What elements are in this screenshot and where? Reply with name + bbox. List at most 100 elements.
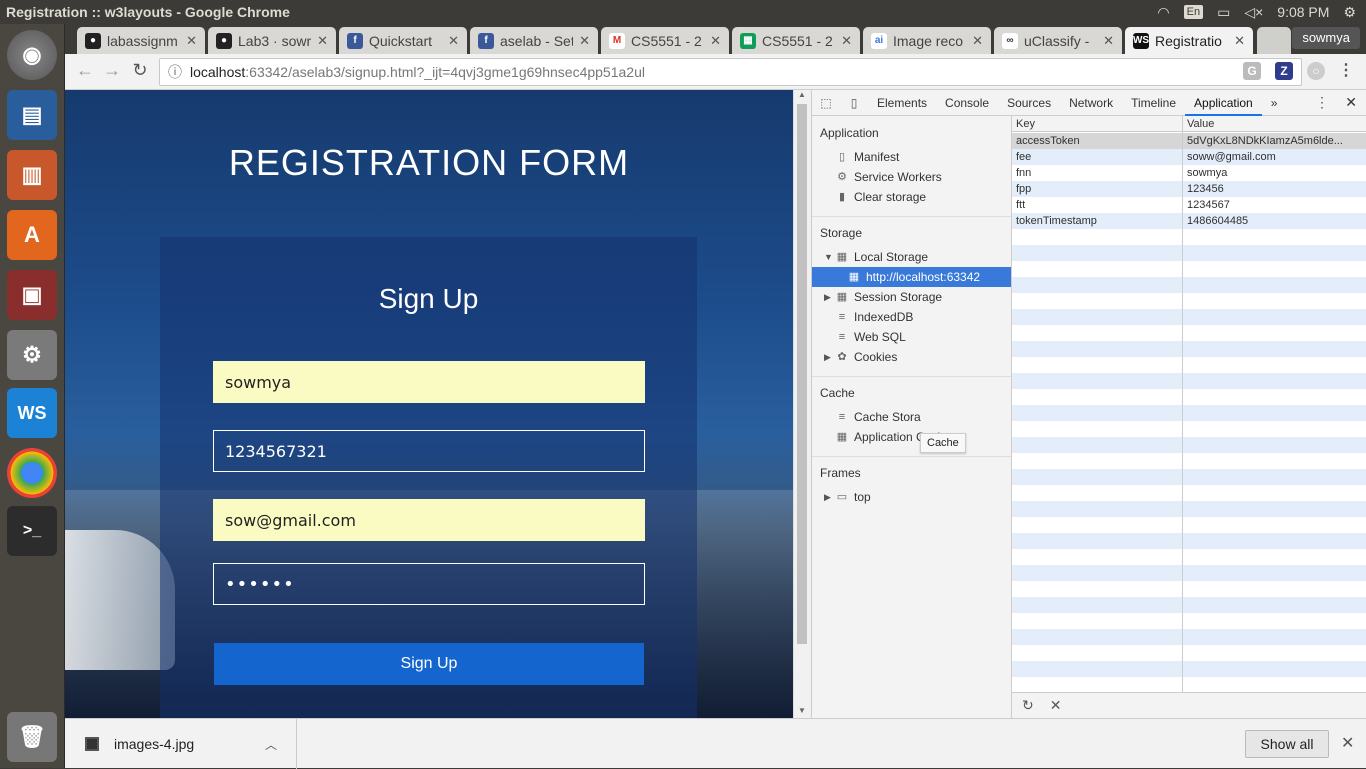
sidebar-item-local-storage[interactable]: ▦ Local Storage — [836, 247, 928, 267]
tab-registration[interactable]: WS Registratio ✕ — [1125, 27, 1253, 54]
close-tab-icon[interactable]: ✕ — [710, 33, 721, 49]
signup-button[interactable]: Sign Up — [214, 643, 644, 685]
extension-g-icon[interactable]: G — [1243, 62, 1261, 80]
scroll-down-icon[interactable]: ▼ — [798, 706, 806, 715]
sidebar-item-indexeddb[interactable]: ≡ IndexedDB — [836, 307, 914, 327]
more-tabs-icon[interactable]: » — [1262, 90, 1287, 116]
sidebar-item-session-storage[interactable]: ▦ Session Storage — [836, 287, 942, 307]
tab-image-recognition[interactable]: ai Image reco ✕ — [863, 27, 991, 54]
devtools-menu-icon[interactable]: ⋮ — [1315, 94, 1329, 111]
inspect-element-icon[interactable]: ⬚ — [812, 96, 840, 110]
power-icon[interactable]: ⚙ — [1343, 4, 1356, 21]
tab-cs5551-gmail[interactable]: M CS5551 - 2 ✕ — [601, 27, 729, 54]
info-icon[interactable]: ⓘ — [168, 62, 182, 82]
chevron-up-icon[interactable]: ︿ — [265, 736, 277, 753]
close-tab-icon[interactable]: ✕ — [186, 33, 197, 49]
trash-icon[interactable]: 🗑 — [7, 712, 57, 762]
clock[interactable]: 9:08 PM — [1277, 4, 1329, 20]
tab-network[interactable]: Network — [1060, 90, 1122, 116]
refresh-icon[interactable]: ↻ — [1022, 697, 1034, 714]
close-tab-icon[interactable]: ✕ — [972, 33, 983, 49]
address-bar[interactable]: ⓘ localhost:63342/aselab3/signup.html?_i… — [159, 58, 1302, 86]
table-row[interactable]: fee soww@gmail.com — [1012, 149, 1366, 165]
close-tab-icon[interactable]: ✕ — [841, 33, 852, 49]
cell-value: sowmya — [1187, 167, 1228, 179]
tab-aselab[interactable]: f aselab - Set ✕ — [470, 27, 598, 54]
close-tab-icon[interactable]: ✕ — [448, 33, 459, 49]
grid-icon: ▦ — [836, 431, 848, 443]
close-devtools-icon[interactable]: ✕ — [1345, 94, 1357, 111]
menu-icon[interactable]: ⋮ — [1337, 62, 1355, 80]
phone-input[interactable]: 1234567321 — [213, 430, 645, 472]
sidebar-item-websql[interactable]: ≡ Web SQL — [836, 327, 906, 347]
sidebar-item-cache-storage[interactable]: ≡ Cache Stora — [836, 407, 921, 427]
ubuntu-dash-icon[interactable]: ◉ — [7, 30, 57, 80]
tab-elements[interactable]: Elements — [868, 90, 936, 116]
sidebar-item-local-origin[interactable]: ▦ http://localhost:63342 — [812, 267, 1011, 287]
wifi-icon[interactable]: ◠ — [1157, 4, 1169, 21]
column-header-value[interactable]: Value — [1183, 116, 1366, 132]
volume-icon[interactable]: ◁× — [1244, 4, 1263, 21]
sidebar-item-frame-top[interactable]: ▭ top — [836, 487, 871, 507]
cell-value: soww@gmail.com — [1187, 151, 1276, 163]
tab-uclassify[interactable]: ∞ uClassify - ✕ — [994, 27, 1122, 54]
table-row[interactable]: accessToken 5dVgKxL8NDkKIamzA5m6lde... — [1012, 133, 1366, 149]
sidebar-item-clear-storage[interactable]: ▮ Clear storage — [836, 187, 926, 207]
name-input[interactable]: sowmya — [213, 361, 645, 403]
scroll-up-icon[interactable]: ▲ — [798, 90, 806, 99]
extension-z-icon[interactable]: Z — [1275, 62, 1293, 80]
table-row[interactable]: fpp 123456 — [1012, 181, 1366, 197]
chrome-icon[interactable] — [7, 448, 57, 498]
writer-icon[interactable]: ▤ — [7, 90, 57, 140]
sidebar-item-service-workers[interactable]: ⚙ Service Workers — [836, 167, 942, 187]
table-row[interactable]: tokenTimestamp 1486604485 — [1012, 213, 1366, 229]
impress-icon[interactable]: ▥ — [7, 150, 57, 200]
tab-cs5551-sheets[interactable]: ▦ CS5551 - 2 ✕ — [732, 27, 860, 54]
scrollbar-thumb[interactable] — [797, 104, 807, 644]
settings-icon[interactable]: ⚙ — [7, 330, 57, 380]
tab-timeline[interactable]: Timeline — [1122, 90, 1185, 116]
page-scrollbar[interactable]: ▲ ▼ — [793, 90, 811, 718]
collapse-arrow-icon[interactable]: ▶ — [824, 292, 831, 303]
forward-icon[interactable]: → — [97, 60, 127, 81]
column-header-key[interactable]: Key — [1012, 116, 1182, 132]
show-all-button[interactable]: Show all — [1245, 730, 1329, 758]
terminal-icon[interactable]: >_ — [7, 506, 57, 556]
keyboard-layout-indicator[interactable]: En — [1183, 5, 1204, 19]
close-shelf-icon[interactable]: ✕ — [1341, 733, 1354, 753]
sidebar-item-label: Cache Stora — [854, 410, 921, 424]
back-icon[interactable]: ← — [70, 60, 100, 81]
tab-quickstart[interactable]: f Quickstart ✕ — [339, 27, 467, 54]
sidebar-item-cookies[interactable]: ✿ Cookies — [836, 347, 897, 367]
download-item[interactable]: images-4.jpg ︿ — [65, 719, 297, 769]
software-center-icon[interactable]: A — [7, 210, 57, 260]
table-row[interactable]: ftt 1234567 — [1012, 197, 1366, 213]
close-tab-icon[interactable]: ✕ — [1234, 33, 1245, 49]
expand-arrow-icon[interactable]: ▼ — [824, 252, 833, 262]
battery-icon[interactable]: ▭ — [1217, 4, 1230, 21]
profile-button[interactable]: sowmya — [1292, 27, 1360, 49]
delete-icon[interactable]: ✕ — [1050, 697, 1062, 714]
tab-lab3[interactable]: ● Lab3 · sowr ✕ — [208, 27, 336, 54]
column-divider[interactable] — [1182, 116, 1183, 692]
collapse-arrow-icon[interactable]: ▶ — [824, 492, 831, 503]
tab-application[interactable]: Application — [1185, 90, 1262, 116]
tab-sources[interactable]: Sources — [998, 90, 1060, 116]
close-tab-icon[interactable]: ✕ — [317, 33, 328, 49]
new-tab-button[interactable] — [1257, 27, 1291, 54]
close-tab-icon[interactable]: ✕ — [579, 33, 590, 49]
close-tab-icon[interactable]: ✕ — [1103, 33, 1114, 49]
tab-console[interactable]: Console — [936, 90, 998, 116]
table-row[interactable]: fnn sowmya — [1012, 165, 1366, 181]
tab-labassignment[interactable]: ● labassignm ✕ — [77, 27, 205, 54]
files-icon[interactable]: ▣ — [7, 270, 57, 320]
device-toolbar-icon[interactable]: ▯ — [840, 96, 868, 110]
email-input[interactable]: sow@gmail.com — [213, 499, 645, 541]
sidebar-item-manifest[interactable]: ▯ Manifest — [836, 147, 899, 167]
webstorm-icon[interactable]: WS — [7, 388, 57, 438]
extension-circle-icon[interactable]: ○ — [1307, 62, 1325, 80]
collapse-arrow-icon[interactable]: ▶ — [824, 352, 831, 363]
password-input[interactable]: •••••• — [213, 563, 645, 605]
reload-icon[interactable]: ↻ — [125, 60, 155, 81]
cell-key: accessToken — [1016, 135, 1080, 147]
